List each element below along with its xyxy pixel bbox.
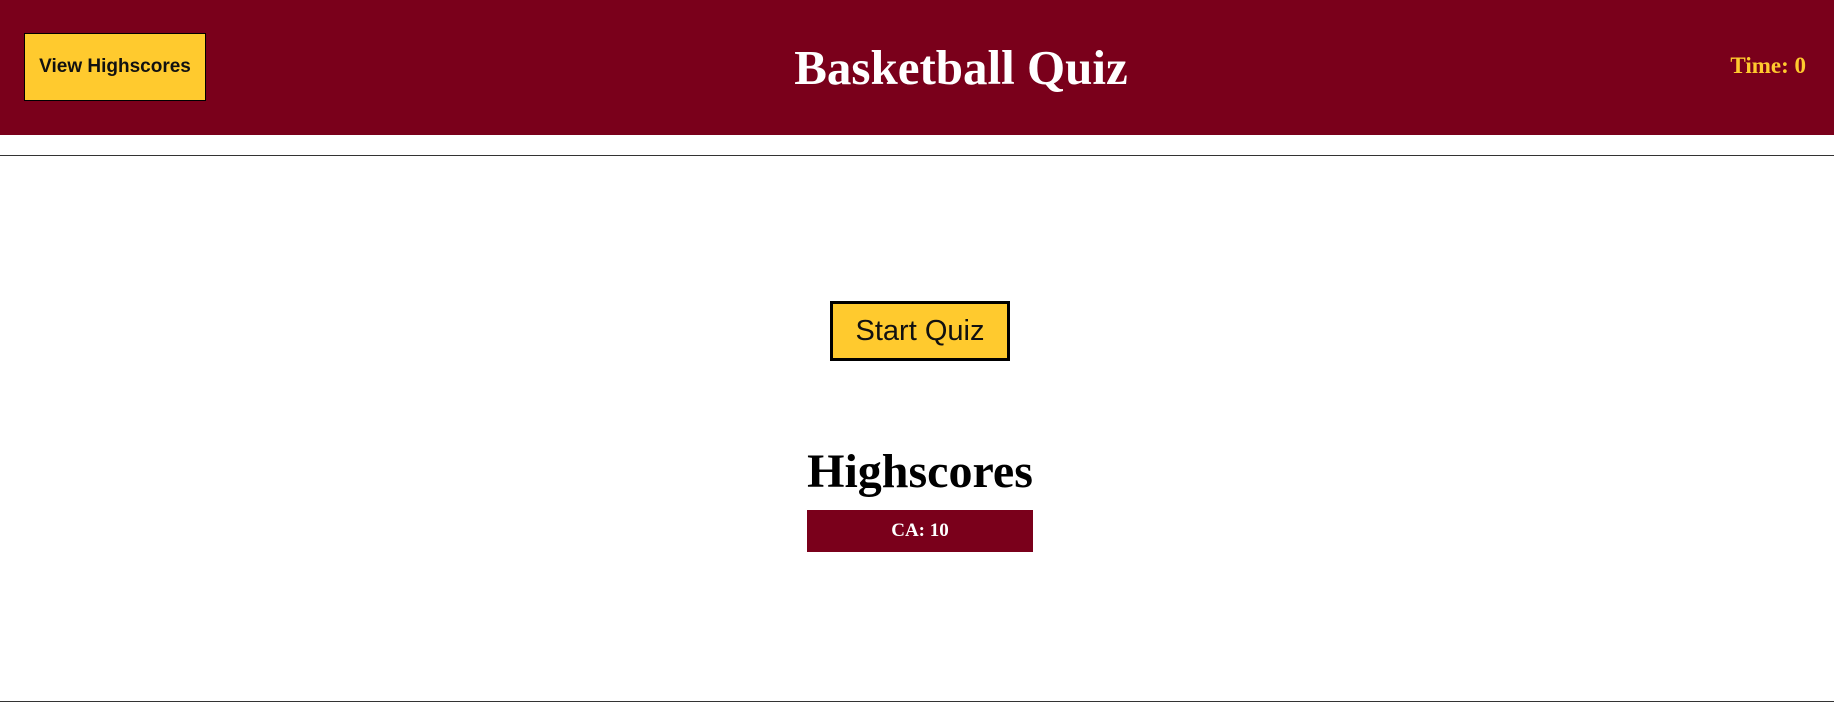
timer-display: Time: 0 [1730, 53, 1806, 78]
start-quiz-button[interactable]: Start Quiz [830, 301, 1010, 361]
page-title: Basketball Quiz [794, 40, 1128, 95]
divider-bottom [0, 701, 1834, 702]
highscores-list: CA: 10 [807, 510, 1033, 552]
highscore-entry: CA: 10 [807, 510, 1033, 552]
divider-top [0, 155, 1834, 156]
highscores-heading: Highscores [807, 445, 1033, 498]
app-header: View Highscores Basketball Quiz Time: 0 [0, 0, 1834, 135]
